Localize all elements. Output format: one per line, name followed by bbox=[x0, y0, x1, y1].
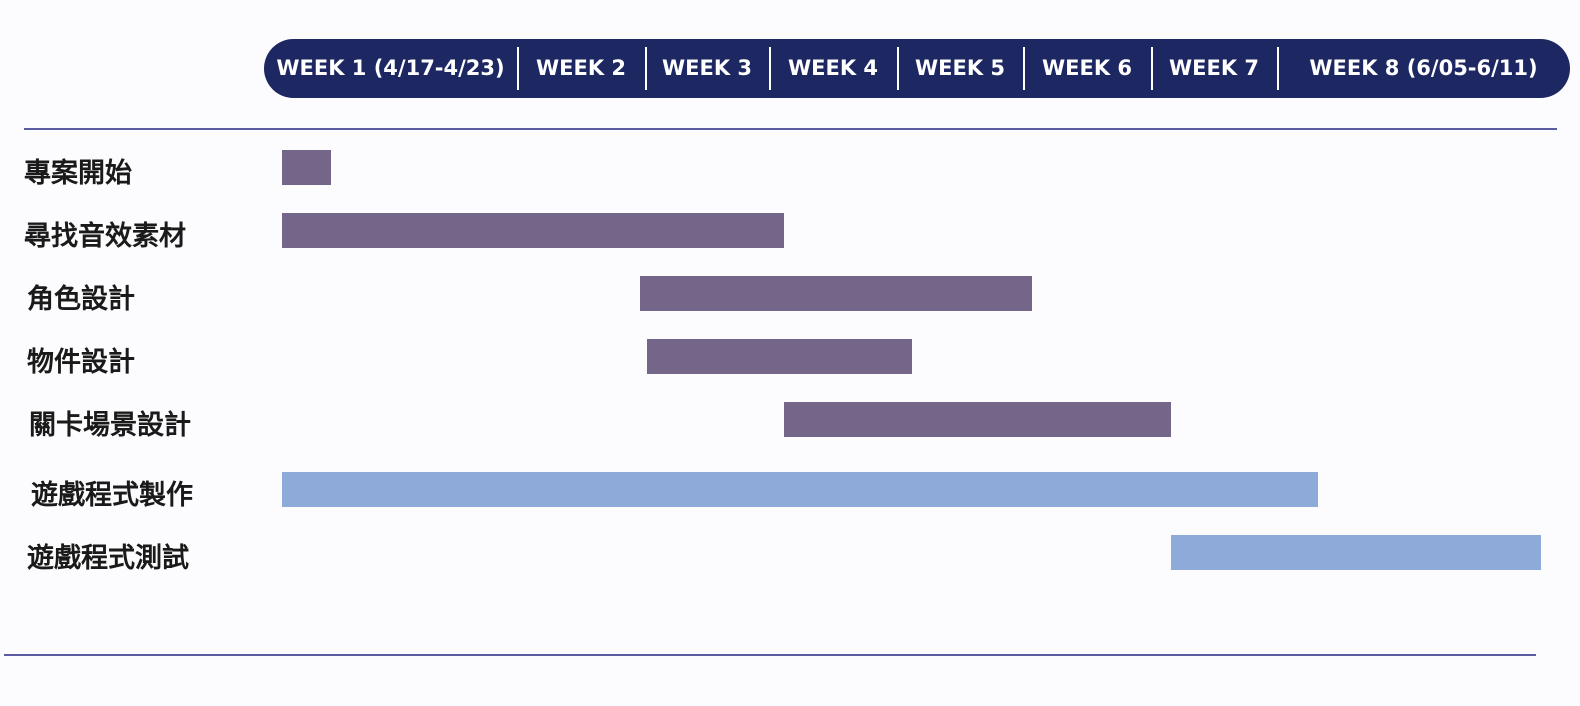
week-separator bbox=[645, 47, 647, 90]
task-label: 遊戲程式製作 bbox=[31, 480, 193, 511]
week-label-6: WEEK 6 bbox=[1041, 56, 1133, 80]
week-label-3: WEEK 3 bbox=[661, 56, 753, 80]
task-bar bbox=[647, 339, 912, 374]
bottom-divider bbox=[4, 654, 1536, 656]
week-separator bbox=[897, 47, 899, 90]
week-label-4: WEEK 4 bbox=[787, 56, 879, 80]
task-bar bbox=[282, 213, 784, 248]
task-label: 物件設計 bbox=[27, 347, 135, 378]
task-label: 角色設計 bbox=[27, 284, 135, 315]
week-separator bbox=[1277, 47, 1279, 90]
task-label: 專案開始 bbox=[24, 158, 132, 189]
task-label: 尋找音效素材 bbox=[24, 221, 186, 252]
task-bar bbox=[282, 472, 1319, 507]
task-label: 關卡場景設計 bbox=[29, 410, 191, 441]
task-bar bbox=[282, 150, 331, 185]
week-label-2: WEEK 2 bbox=[535, 56, 627, 80]
task-bar bbox=[640, 276, 1033, 311]
week-separator bbox=[517, 47, 519, 90]
timeline-header: WEEK 1 (4/17-4/23) WEEK 2 WEEK 3 WEEK 4 WEEK… bbox=[264, 39, 1570, 98]
week-separator bbox=[1151, 47, 1153, 90]
week-separator bbox=[1023, 47, 1025, 90]
week-label-1: WEEK 1 (4/17-4/23) bbox=[276, 56, 505, 80]
top-divider bbox=[24, 128, 1557, 130]
week-label-8: WEEK 8 (6/05-6/11) bbox=[1309, 56, 1538, 80]
task-label: 遊戲程式測試 bbox=[27, 543, 189, 574]
week-separator bbox=[769, 47, 771, 90]
week-label-5: WEEK 5 bbox=[914, 56, 1006, 80]
task-bar bbox=[1171, 535, 1541, 570]
week-label-7: WEEK 7 bbox=[1168, 56, 1260, 80]
task-bar bbox=[783, 402, 1172, 437]
